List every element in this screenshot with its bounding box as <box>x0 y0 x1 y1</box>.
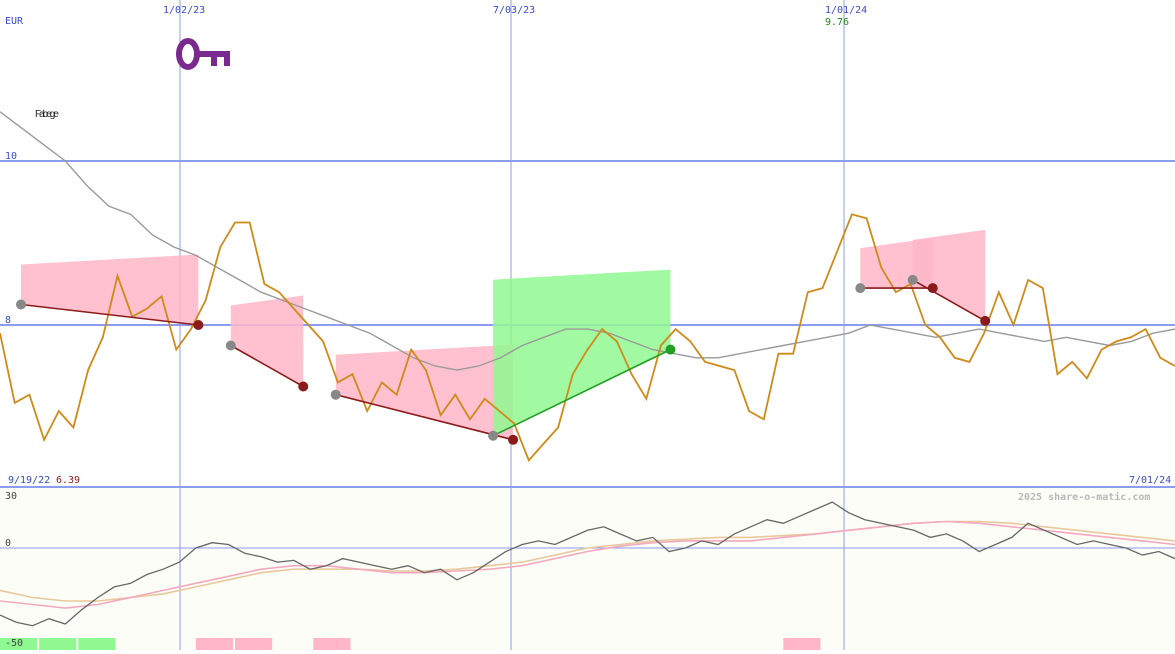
histogram-bar <box>78 638 116 650</box>
histogram-bar <box>195 638 233 650</box>
histogram-bar <box>313 638 351 650</box>
signal-exit-marker <box>508 434 519 445</box>
signal-entry-marker <box>907 274 918 285</box>
signal-exit-marker <box>980 315 991 326</box>
osc-y-tick-label: 30 <box>5 491 17 502</box>
start-date-label: 9/19/22 <box>8 475 50 486</box>
histogram-bar <box>783 638 821 650</box>
date-tick-label: 7/03/23 <box>493 5 535 16</box>
signal-entry-marker <box>855 283 866 294</box>
end-date-label: 7/01/24 <box>1129 475 1171 486</box>
osc-y-tick-label: 0 <box>5 538 11 549</box>
chart-root: Fabege EUR 1/02/23 7/03/23 1/01/24 9.76 … <box>0 0 1175 650</box>
high-value-label: 9.76 <box>825 17 849 28</box>
date-tick-label: 1/02/23 <box>163 5 205 16</box>
signal-exit-marker <box>193 320 204 330</box>
histogram-bar <box>235 638 273 650</box>
chart-svg: Fabege EUR 1/02/23 7/03/23 1/01/24 9.76 … <box>0 0 1175 650</box>
osc-y-tick-label: -50 <box>5 638 23 649</box>
signal-entry-marker <box>225 340 236 351</box>
currency-label: EUR <box>5 16 24 27</box>
date-tick-label: 1/01/24 <box>825 5 867 16</box>
signal-entry-marker <box>488 430 499 441</box>
low-value-label: 6.39 <box>56 475 80 486</box>
logo-wordmark: Fabege <box>35 109 59 120</box>
signal-exit-marker <box>665 344 676 355</box>
signal-entry-marker <box>15 299 26 310</box>
watermark: 2025 share-o-matic.com <box>1018 491 1150 503</box>
signal-entry-marker <box>330 389 341 400</box>
y-tick-label: 8 <box>5 315 11 326</box>
y-tick-label: 10 <box>5 151 17 162</box>
histogram-bar <box>39 638 77 650</box>
signal-exit-marker <box>298 381 309 392</box>
